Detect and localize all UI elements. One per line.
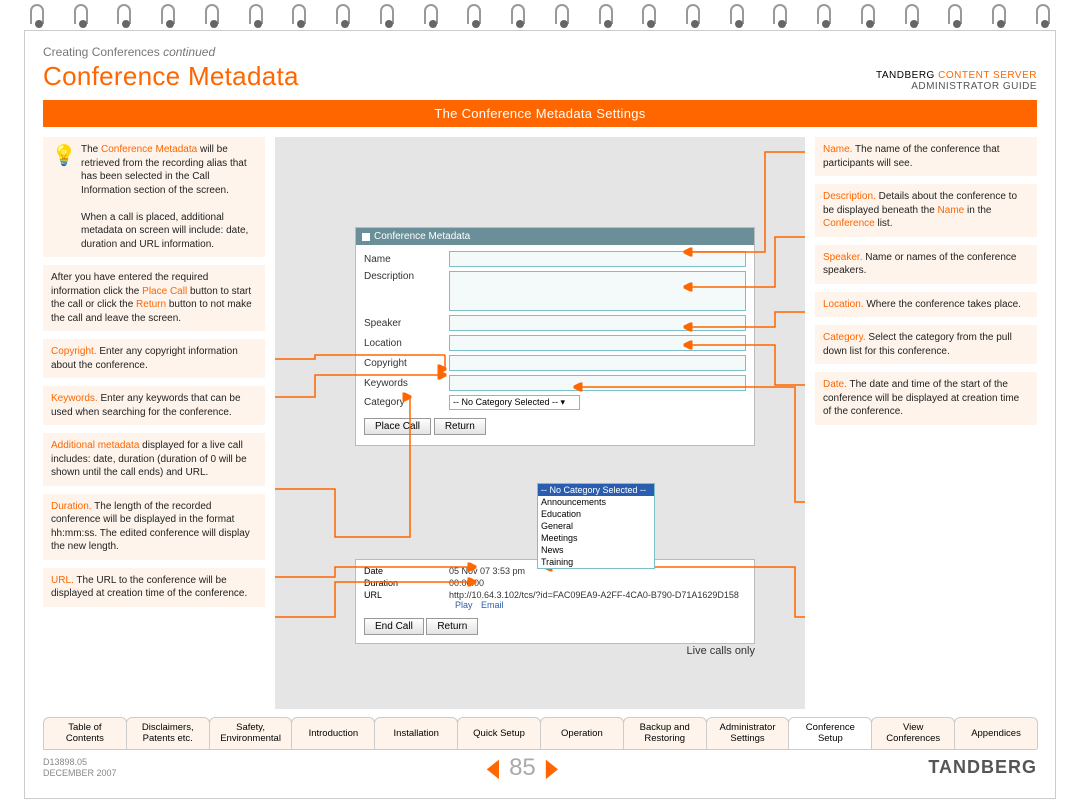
nav-tab[interactable]: Quick Setup	[457, 717, 541, 749]
nav-tab[interactable]: Appendices	[954, 717, 1038, 749]
next-page-icon[interactable]: ▶	[546, 752, 558, 784]
doc-info: D13898.05DECEMBER 2007	[43, 757, 117, 779]
label-description: Description	[364, 271, 449, 282]
page-number: 85	[509, 754, 536, 782]
lightbulb-icon: 💡	[51, 143, 77, 169]
label-copyright: Copyright	[364, 358, 449, 369]
category-option[interactable]: General	[538, 520, 654, 532]
brand-block: TANDBERG CONTENT SERVER ADMINISTRATOR GU…	[876, 70, 1037, 92]
prev-page-icon[interactable]: ◀	[487, 752, 499, 784]
page: Creating Conferences continued Conferenc…	[24, 30, 1056, 799]
label-date: Date	[364, 566, 449, 576]
value-url: http://10.64.3.102/tcs/?id=FAC09EA9-A2FF…	[449, 590, 746, 610]
form-header: Conference Metadata	[356, 228, 754, 245]
nav-tab[interactable]: Installation	[374, 717, 458, 749]
place-call-button[interactable]: Place Call	[364, 418, 431, 435]
category-option[interactable]: Announcements	[538, 496, 654, 508]
value-duration: 00:00:00	[449, 578, 746, 588]
input-name[interactable]	[449, 251, 746, 267]
return-button[interactable]: Return	[434, 418, 486, 435]
info-card: Date. The date and time of the start of …	[815, 372, 1037, 425]
category-option[interactable]: Meetings	[538, 532, 654, 544]
info-card: Location. Where the conference takes pla…	[815, 292, 1037, 318]
live-caption: Live calls only	[355, 645, 755, 657]
label-category: Category	[364, 397, 449, 408]
category-option[interactable]: News	[538, 544, 654, 556]
left-column: 💡The Conference Metadata will be retriev…	[43, 137, 265, 709]
right-column: Name. The name of the conference that pa…	[815, 137, 1037, 709]
info-card: Description. Details about the conferenc…	[815, 184, 1037, 237]
label-duration: Duration	[364, 578, 449, 588]
info-card: Duration. The length of the recorded con…	[43, 494, 265, 560]
collapse-icon	[362, 233, 370, 241]
label-location: Location	[364, 338, 449, 349]
input-copyright[interactable]	[449, 355, 746, 371]
return-button-2[interactable]: Return	[426, 618, 478, 635]
input-description[interactable]	[449, 271, 746, 311]
info-card: Speaker. Name or names of the conference…	[815, 245, 1037, 284]
nav-tab[interactable]: Table ofContents	[43, 717, 127, 749]
pager: ◀ 85 ▶	[487, 754, 558, 782]
label-keywords: Keywords	[364, 378, 449, 389]
info-card: Additional metadata displayed for a live…	[43, 433, 265, 486]
nav-tab[interactable]: ViewConferences	[871, 717, 955, 749]
brand-logo: TANDBERG	[928, 757, 1037, 778]
input-location[interactable]	[449, 335, 746, 351]
category-option[interactable]: -- No Category Selected --	[538, 484, 654, 496]
nav-tab[interactable]: ConferenceSetup	[788, 717, 872, 749]
page-title: Conference Metadata	[43, 61, 299, 92]
category-dropdown[interactable]: -- No Category Selected --AnnouncementsE…	[537, 483, 655, 569]
nav-tab[interactable]: Backup andRestoring	[623, 717, 707, 749]
info-card: Copyright. Enter any copyright informati…	[43, 339, 265, 378]
breadcrumb: Creating Conferences continued	[43, 45, 299, 59]
section-banner: The Conference Metadata Settings	[43, 100, 1037, 127]
category-option[interactable]: Training	[538, 556, 654, 568]
end-call-button[interactable]: End Call	[364, 618, 424, 635]
email-link[interactable]: Email	[481, 600, 504, 610]
nav-tab[interactable]: Disclaimers,Patents etc.	[126, 717, 210, 749]
info-card: Keywords. Enter any keywords that can be…	[43, 386, 265, 425]
input-speaker[interactable]	[449, 315, 746, 331]
info-card: 💡The Conference Metadata will be retriev…	[43, 137, 265, 257]
center-preview: Conference Metadata Name Description Spe…	[275, 137, 805, 709]
nav-tab[interactable]: Safety,Environmental	[209, 717, 293, 749]
nav-tab[interactable]: Introduction	[291, 717, 375, 749]
info-card: URL. The URL to the conference will be d…	[43, 568, 265, 607]
info-card: Category. Select the category from the p…	[815, 325, 1037, 364]
category-option[interactable]: Education	[538, 508, 654, 520]
footer-nav: Table ofContentsDisclaimers,Patents etc.…	[43, 717, 1037, 749]
label-url: URL	[364, 590, 449, 610]
nav-tab[interactable]: Operation	[540, 717, 624, 749]
info-card: After you have entered the required info…	[43, 265, 265, 331]
info-card: Name. The name of the conference that pa…	[815, 137, 1037, 176]
play-link[interactable]: Play	[455, 600, 473, 610]
label-speaker: Speaker	[364, 318, 449, 329]
label-name: Name	[364, 254, 449, 265]
live-metadata-panel: Date05 Nov 07 3:53 pm Duration00:00:00 U…	[355, 559, 755, 644]
form-conference-metadata: Conference Metadata Name Description Spe…	[355, 227, 755, 446]
nav-tab[interactable]: AdministratorSettings	[706, 717, 790, 749]
input-keywords[interactable]	[449, 375, 746, 391]
select-category[interactable]: -- No Category Selected -- ▾	[449, 395, 580, 410]
